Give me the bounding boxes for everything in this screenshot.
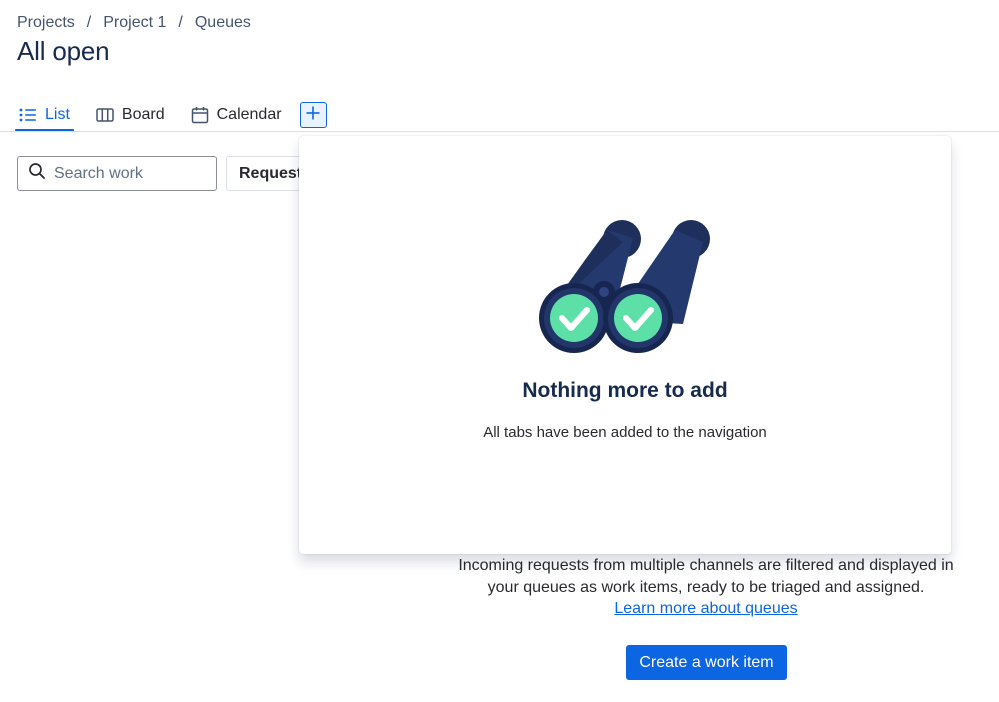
add-tab-popup: Nothing more to add All tabs have been a… bbox=[299, 136, 951, 554]
add-tab-button[interactable] bbox=[299, 102, 327, 128]
view-tabs: List Board Calendar bbox=[15, 99, 327, 132]
search-field[interactable] bbox=[17, 156, 217, 191]
tab-board[interactable]: Board bbox=[92, 99, 169, 131]
search-input[interactable] bbox=[54, 164, 204, 183]
tab-list[interactable]: List bbox=[15, 99, 74, 132]
page: Projects / Project 1 / Queues All open L… bbox=[0, 0, 999, 702]
popup-description: All tabs have been added to the navigati… bbox=[483, 424, 767, 441]
tabs-divider bbox=[0, 131, 999, 132]
breadcrumb: Projects / Project 1 / Queues bbox=[17, 14, 251, 32]
breadcrumb-projects[interactable]: Projects bbox=[17, 14, 75, 32]
page-title: All open bbox=[17, 36, 110, 66]
empty-state-description-line2: your queues as work items, ready to be t… bbox=[487, 579, 925, 596]
learn-more-link[interactable]: Learn more about queues bbox=[614, 600, 797, 617]
binoculars-check-icon bbox=[533, 218, 717, 363]
popup-title: Nothing more to add bbox=[522, 379, 728, 402]
tab-board-label: Board bbox=[121, 106, 165, 123]
tab-calendar-label: Calendar bbox=[216, 106, 282, 123]
breadcrumb-queues[interactable]: Queues bbox=[195, 14, 251, 32]
empty-state-description-line1: Incoming requests from multiple channels… bbox=[458, 557, 954, 574]
list-icon bbox=[19, 107, 37, 123]
board-icon bbox=[96, 107, 114, 123]
breadcrumb-separator: / bbox=[86, 14, 92, 31]
tab-calendar[interactable]: Calendar bbox=[187, 99, 286, 131]
breadcrumb-separator: / bbox=[178, 14, 183, 31]
tab-list-label: List bbox=[45, 106, 70, 123]
calendar-icon bbox=[191, 106, 209, 124]
empty-state-link-row: Learn more about queues bbox=[456, 598, 956, 620]
create-work-item-button[interactable]: Create a work item bbox=[626, 645, 787, 680]
breadcrumb-project[interactable]: Project 1 bbox=[103, 14, 166, 32]
search-icon bbox=[28, 162, 46, 185]
empty-state-description: Incoming requests from multiple channels… bbox=[456, 555, 956, 599]
plus-icon bbox=[305, 105, 321, 126]
